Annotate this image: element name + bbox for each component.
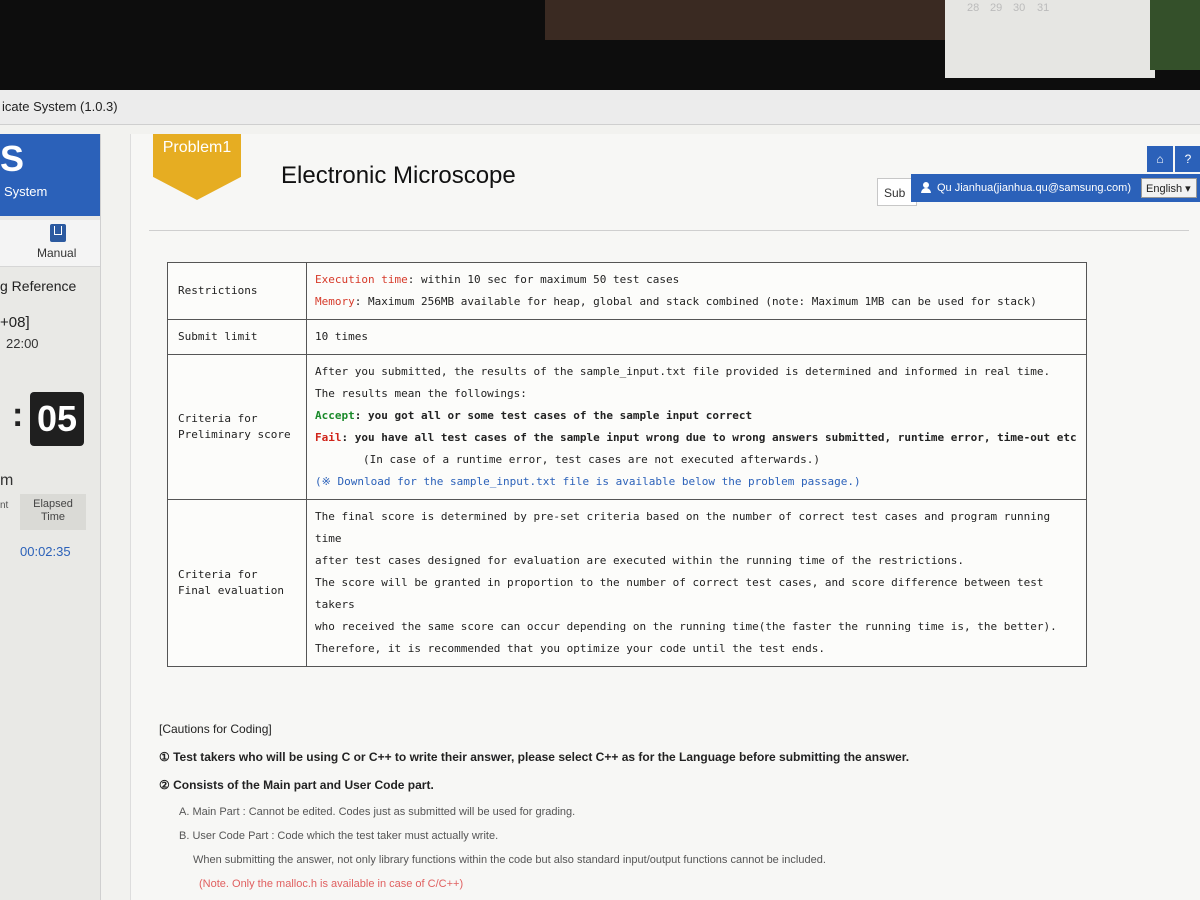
page-title: Electronic Microscope [281, 162, 516, 189]
fail-text: : you have all test cases of the sample … [341, 431, 1077, 444]
runtime-note: (In case of a runtime error, test cases … [363, 453, 820, 466]
cautions-section: [Cautions for Coding] ① Test takers who … [159, 722, 1159, 890]
photo-background: 28 29 30 31 [0, 0, 1200, 90]
submit-limit-label: Submit limit [167, 319, 307, 355]
monitor-screen: icate System (1.0.3) S System Manual g R… [0, 90, 1200, 900]
elapsed-time-value: 00:02:35 [20, 544, 71, 559]
memory-text: : Maximum 256MB available for heap, glob… [354, 295, 1037, 308]
home-icon[interactable]: ⌂ [1147, 146, 1173, 172]
restrictions-label: Restrictions [167, 262, 307, 320]
window-title: icate System (1.0.3) [2, 99, 118, 114]
caution-subitem: When submitting the answer, not only lib… [193, 854, 826, 866]
background-poster [545, 0, 945, 40]
timer-colon: : [12, 396, 24, 434]
header-divider [149, 230, 1189, 231]
exec-time-text: : within 10 sec for maximum 50 test case… [407, 273, 680, 286]
timezone-label: +08] [0, 314, 30, 331]
timezone-time: 22:00 [6, 336, 39, 351]
final-value: The final score is determined by pre-set… [306, 499, 1087, 667]
background-calendar: 28 29 30 31 [945, 0, 1155, 78]
timer-digits: 05 [30, 392, 84, 446]
caution-item: ① Test takers who will be using C or C++… [159, 750, 910, 764]
download-note: (※ Download for the sample_input.txt fil… [315, 475, 861, 488]
brand-subtitle: System [4, 184, 48, 199]
user-icon [921, 182, 931, 193]
language-select[interactable]: English ▾ [1141, 178, 1197, 198]
preliminary-label: Criteria for Preliminary score [167, 354, 307, 500]
manual-button[interactable]: Manual [0, 220, 100, 267]
time-tabs: nt Elapsed Time [0, 494, 100, 530]
memory-key: Memory [315, 295, 355, 308]
caution-subitem: A. Main Part : Cannot be edited. Codes j… [179, 806, 576, 818]
table-row: Criteria for Preliminary score After you… [167, 354, 1087, 500]
exec-time-key: Execution time [315, 273, 408, 286]
tab-remaining[interactable]: nt [0, 500, 8, 511]
calendar-day: 29 [990, 2, 1003, 14]
caution-subitem: B. User Code Part : Code which the test … [179, 830, 499, 842]
final-line: The score will be granted in proportion … [315, 576, 1044, 611]
accept-key: Accept [315, 409, 355, 422]
final-line: after test cases designed for evaluation… [315, 554, 965, 567]
table-row: Submit limit 10 times [167, 319, 1087, 355]
calendar-day: 28 [967, 2, 980, 14]
user-name: Qu Jianhua(jianhua.qu@samsung.com) [937, 182, 1131, 194]
remaining-label: m [0, 472, 14, 489]
caution-note: (Note. Only the malloc.h is available in… [199, 878, 464, 890]
reference-link[interactable]: g Reference [0, 278, 76, 294]
calendar-day: 30 [1013, 2, 1026, 14]
calendar-day: 31 [1037, 2, 1050, 14]
user-bar: Qu Jianhua(jianhua.qu@samsung.com) Engli… [911, 174, 1200, 202]
caution-item: ② Consists of the Main part and User Cod… [159, 778, 434, 792]
manual-label: Manual [37, 246, 77, 260]
table-row: Restrictions Execution time: within 10 s… [167, 262, 1087, 320]
restrictions-value: Execution time: within 10 sec for maximu… [306, 262, 1087, 320]
sidebar: S System Manual g Reference +08] 22:00 :… [0, 134, 101, 900]
cautions-heading: [Cautions for Coding] [159, 722, 272, 736]
final-line: who received the same score can occur de… [315, 620, 1057, 633]
final-line: Therefore, it is recommended that you op… [315, 642, 825, 655]
window-titlebar: icate System (1.0.3) [0, 90, 1200, 125]
tab-elapsed-time[interactable]: Elapsed Time [20, 494, 86, 530]
problem-info-table: Restrictions Execution time: within 10 s… [167, 262, 1087, 667]
background-plant [1150, 0, 1200, 70]
book-icon [50, 224, 66, 242]
preliminary-line: After you submitted, the results of the … [315, 365, 1051, 378]
table-row: Criteria for Final evaluation The final … [167, 499, 1087, 667]
preliminary-line: The results mean the followings: [315, 387, 527, 400]
submit-limit-value: 10 times [306, 319, 1087, 355]
final-line: The final score is determined by pre-set… [315, 510, 1051, 545]
problem-badge: Problem1 [153, 134, 241, 200]
brand-logo: S System [0, 134, 100, 216]
preliminary-value: After you submitted, the results of the … [306, 354, 1087, 500]
final-label: Criteria for Final evaluation [167, 499, 307, 667]
accept-text: : you got all or some test cases of the … [354, 409, 753, 422]
help-icon[interactable]: ? [1175, 146, 1200, 172]
problem-panel: Problem1 Electronic Microscope ⌂ ? Sub Q… [130, 134, 1200, 900]
brand-letter: S [0, 138, 25, 179]
fail-key: Fail [315, 431, 342, 444]
